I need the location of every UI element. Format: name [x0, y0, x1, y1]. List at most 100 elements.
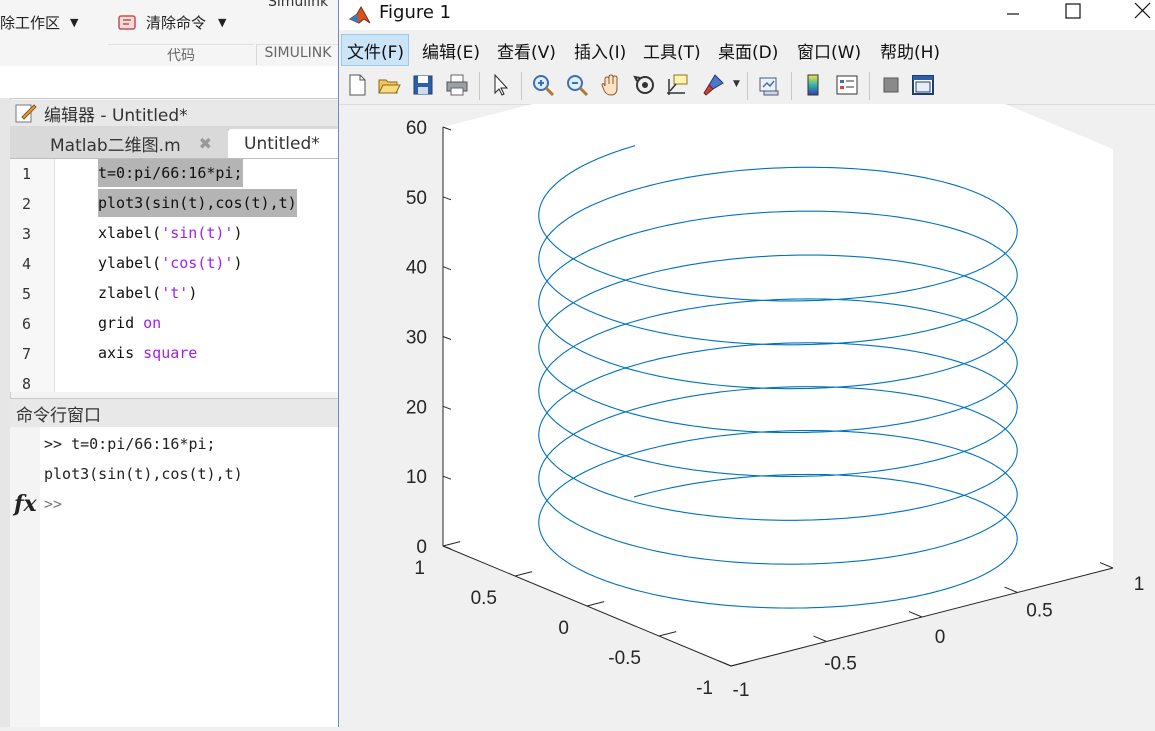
code-token: ) — [233, 224, 243, 242]
new-figure-icon[interactable] — [345, 73, 369, 97]
code-token: grid — [98, 314, 144, 332]
code-token: ) — [188, 284, 198, 302]
address-bar[interactable] — [0, 66, 338, 99]
menu-file[interactable]: 文件(F) — [347, 38, 404, 63]
code-line[interactable]: t=0:pi/66:16*pi; — [98, 159, 243, 187]
clear-commands-button[interactable]: 清除命令 ▼ — [116, 6, 226, 38]
code-line[interactable]: axis square — [98, 339, 197, 367]
line-number: 3 — [22, 225, 32, 243]
toolbar-separator — [521, 72, 522, 100]
y-tick-label: 0.5 — [471, 588, 497, 609]
command-window[interactable]: >> t=0:pi/66:16*pi; plot3(sin(t),cos(t),… — [10, 427, 338, 727]
brush-icon[interactable] — [701, 73, 725, 97]
save-icon[interactable] — [411, 73, 435, 97]
y-tick-label: -0.5 — [608, 648, 641, 669]
editor-title-bar: 编辑器 - Untitled* — [10, 100, 338, 127]
chevron-down-icon[interactable]: ▼ — [733, 79, 740, 89]
link-plot-icon[interactable] — [757, 73, 781, 97]
keyword-literal: on — [143, 314, 162, 332]
toolbar-separator — [791, 72, 792, 100]
command-gutter — [10, 427, 40, 727]
z-tick-label: 50 — [406, 188, 427, 209]
code-line[interactable]: xlabel('sin(t)') — [98, 219, 243, 247]
plot-area[interactable]: -1 -0.5 0 0.5 1 -1 -0.5 0 0.5 1 0 10 20 30 40 50 60 — [339, 29, 1155, 727]
simulink-button[interactable]: Simulink — [268, 0, 328, 10]
menu-desktop[interactable]: 桌面(D) — [718, 38, 778, 63]
y-tick-label: 1 — [414, 558, 425, 579]
ribbon: 除工作区 ▼ 清除命令 ▼ Simulink 代码 SIMULINK — [0, 0, 339, 67]
code-token: ) — [233, 254, 243, 272]
clear-workspace-label: 除工作区 — [0, 13, 61, 32]
code-line[interactable]: plot3(sin(t),cos(t),t) — [98, 189, 297, 217]
editor-tabs: Matlab二维图.m ✖ Untitled* — [10, 126, 338, 159]
line-number: 2 — [22, 195, 32, 213]
tab-matlab-2d[interactable]: Matlab二维图.m ✖ — [32, 129, 229, 158]
rotate-3d-icon[interactable] — [633, 73, 657, 97]
show-plot-tools-icon[interactable] — [911, 73, 935, 97]
line-number: 5 — [22, 285, 32, 303]
line-number: 6 — [22, 315, 32, 333]
close-icon — [1134, 2, 1151, 19]
code-line[interactable]: zlabel('t') — [98, 279, 197, 307]
close-button[interactable] — [1125, 0, 1155, 30]
command-window-title: 命令行窗口 — [16, 405, 101, 426]
command-history-line: plot3(sin(t),cos(t),t) — [44, 465, 243, 483]
zoom-out-icon[interactable] — [565, 73, 589, 97]
clear-workspace-button[interactable]: 除工作区 ▼ — [0, 6, 78, 38]
figure-window: Figure 1 文件(F) 编辑(E) 查看(V) 插入(I) 工具(T) 桌… — [338, 0, 1155, 727]
toolbar-separator — [747, 72, 748, 100]
select-arrow-icon[interactable] — [489, 73, 513, 97]
code-line[interactable]: grid on — [98, 309, 161, 337]
figure-toolbar: ▼ — [339, 66, 1155, 105]
string-literal: 't' — [161, 284, 189, 302]
open-file-icon[interactable] — [377, 73, 401, 97]
line-number: 1 — [22, 165, 32, 183]
menu-window[interactable]: 窗口(W) — [797, 38, 861, 63]
menu-view[interactable]: 查看(V) — [497, 38, 556, 63]
print-icon[interactable] — [445, 73, 469, 97]
axes-background — [443, 29, 1113, 666]
section-simulink-label: SIMULINK — [256, 44, 339, 65]
code-editor[interactable]: 1 2 3 4 5 6 7 8 t=0:pi/66:16*pi; plot3(s… — [10, 159, 338, 392]
figure-menu-bar: 文件(F) 编辑(E) 查看(V) 插入(I) 工具(T) 桌面(D) 窗口(W… — [339, 32, 1155, 66]
figure-title-bar: Figure 1 — [339, 0, 1155, 30]
chevron-down-icon[interactable]: ▼ — [70, 16, 78, 29]
code-line[interactable]: ylabel('cos(t)') — [98, 249, 243, 277]
legend-icon[interactable] — [835, 73, 859, 97]
code-token: xlabel( — [98, 224, 162, 242]
close-icon[interactable]: ✖ — [199, 134, 212, 153]
command-history-line: >> t=0:pi/66:16*pi; — [44, 435, 216, 453]
x-tick-label: 1 — [1134, 574, 1145, 595]
hide-plot-tools-icon[interactable] — [879, 73, 903, 97]
menu-insert[interactable]: 插入(I) — [574, 38, 626, 63]
menu-help[interactable]: 帮助(H) — [880, 38, 940, 63]
code-token: zlabel( — [98, 284, 162, 302]
tab-label: Untitled* — [244, 133, 320, 154]
x-tick-label: 0 — [935, 627, 946, 648]
figure-title: Figure 1 — [379, 2, 452, 23]
tab-untitled[interactable]: Untitled* — [228, 129, 338, 158]
clear-commands-label: 清除命令 — [146, 13, 207, 32]
data-cursor-icon[interactable] — [665, 73, 689, 97]
menu-edit[interactable]: 编辑(E) — [422, 38, 480, 63]
x-tick-label: -1 — [733, 680, 750, 701]
code-token: axis — [98, 344, 144, 362]
plot3-axes[interactable]: -1-0.500.51-1-0.500.510102030405060 — [339, 29, 1155, 727]
menu-tools[interactable]: 工具(T) — [643, 38, 701, 63]
function-browser-icon[interactable]: fx — [14, 491, 37, 517]
toolbar-separator — [869, 72, 870, 100]
colorbar-icon[interactable] — [801, 73, 825, 97]
z-tick-label: 0 — [416, 537, 427, 558]
minimize-icon — [1007, 13, 1019, 15]
editor-title: 编辑器 - Untitled* — [44, 105, 188, 126]
z-tick-label: 40 — [406, 258, 427, 279]
minimize-button[interactable] — [995, 0, 1031, 30]
command-prompt[interactable]: >> — [44, 495, 62, 513]
maximize-button[interactable] — [1055, 0, 1091, 30]
zoom-in-icon[interactable] — [531, 73, 555, 97]
pencil-icon — [15, 104, 37, 123]
chevron-down-icon[interactable]: ▼ — [218, 16, 226, 29]
z-tick-label: 20 — [406, 397, 427, 418]
pan-icon[interactable] — [599, 73, 623, 97]
string-literal: 'sin(t)' — [161, 224, 234, 242]
